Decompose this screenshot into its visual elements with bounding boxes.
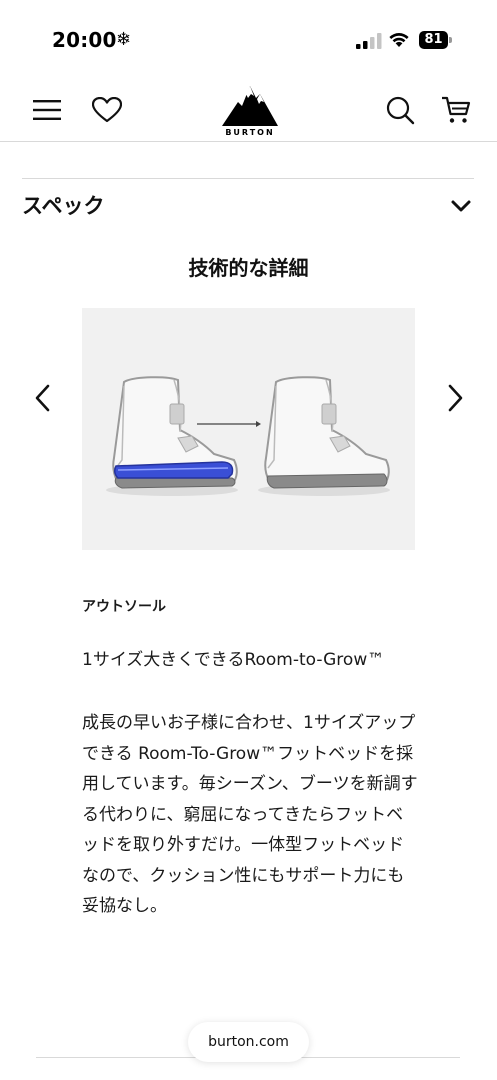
mountain-logo-icon — [222, 86, 278, 126]
site-header: BURTON — [0, 80, 497, 142]
cellular-signal-icon — [356, 33, 382, 49]
feature-description: 成長の早いお子様に合わせ、1サイズアップできる Room-To-Grow™フット… — [82, 713, 418, 916]
browser-url-pill[interactable]: burton.com — [188, 1022, 309, 1062]
status-time: 20:00 — [52, 28, 117, 52]
feature-heading: 1サイズ大きくできるRoom-to-Grow™ — [82, 650, 385, 670]
battery-icon: 81 — [419, 31, 453, 49]
search-icon[interactable] — [383, 92, 417, 128]
brand-name: BURTON — [225, 128, 275, 137]
boot-footbed-diagram-icon — [106, 376, 390, 496]
menu-icon[interactable] — [30, 94, 64, 126]
feature-label: アウトソール — [82, 599, 166, 615]
battery-level: 81 — [419, 31, 448, 49]
status-bar: 20:00 ❄ 81 — [0, 0, 497, 80]
snowflake-icon: ❄ — [116, 29, 132, 50]
cart-icon[interactable] — [438, 92, 474, 128]
divider — [22, 178, 474, 179]
chevron-right-icon[interactable] — [440, 380, 470, 416]
battery-tip — [449, 37, 452, 43]
carousel-image — [82, 308, 415, 550]
spec-accordion-title[interactable]: スペック — [22, 190, 105, 220]
wifi-icon — [389, 33, 409, 47]
chevron-left-icon[interactable] — [28, 380, 58, 416]
chevron-down-icon[interactable] — [448, 194, 474, 218]
burton-logo[interactable]: BURTON — [218, 82, 282, 140]
section-title: 技術的な詳細 — [188, 256, 309, 280]
heart-icon[interactable] — [89, 92, 125, 128]
